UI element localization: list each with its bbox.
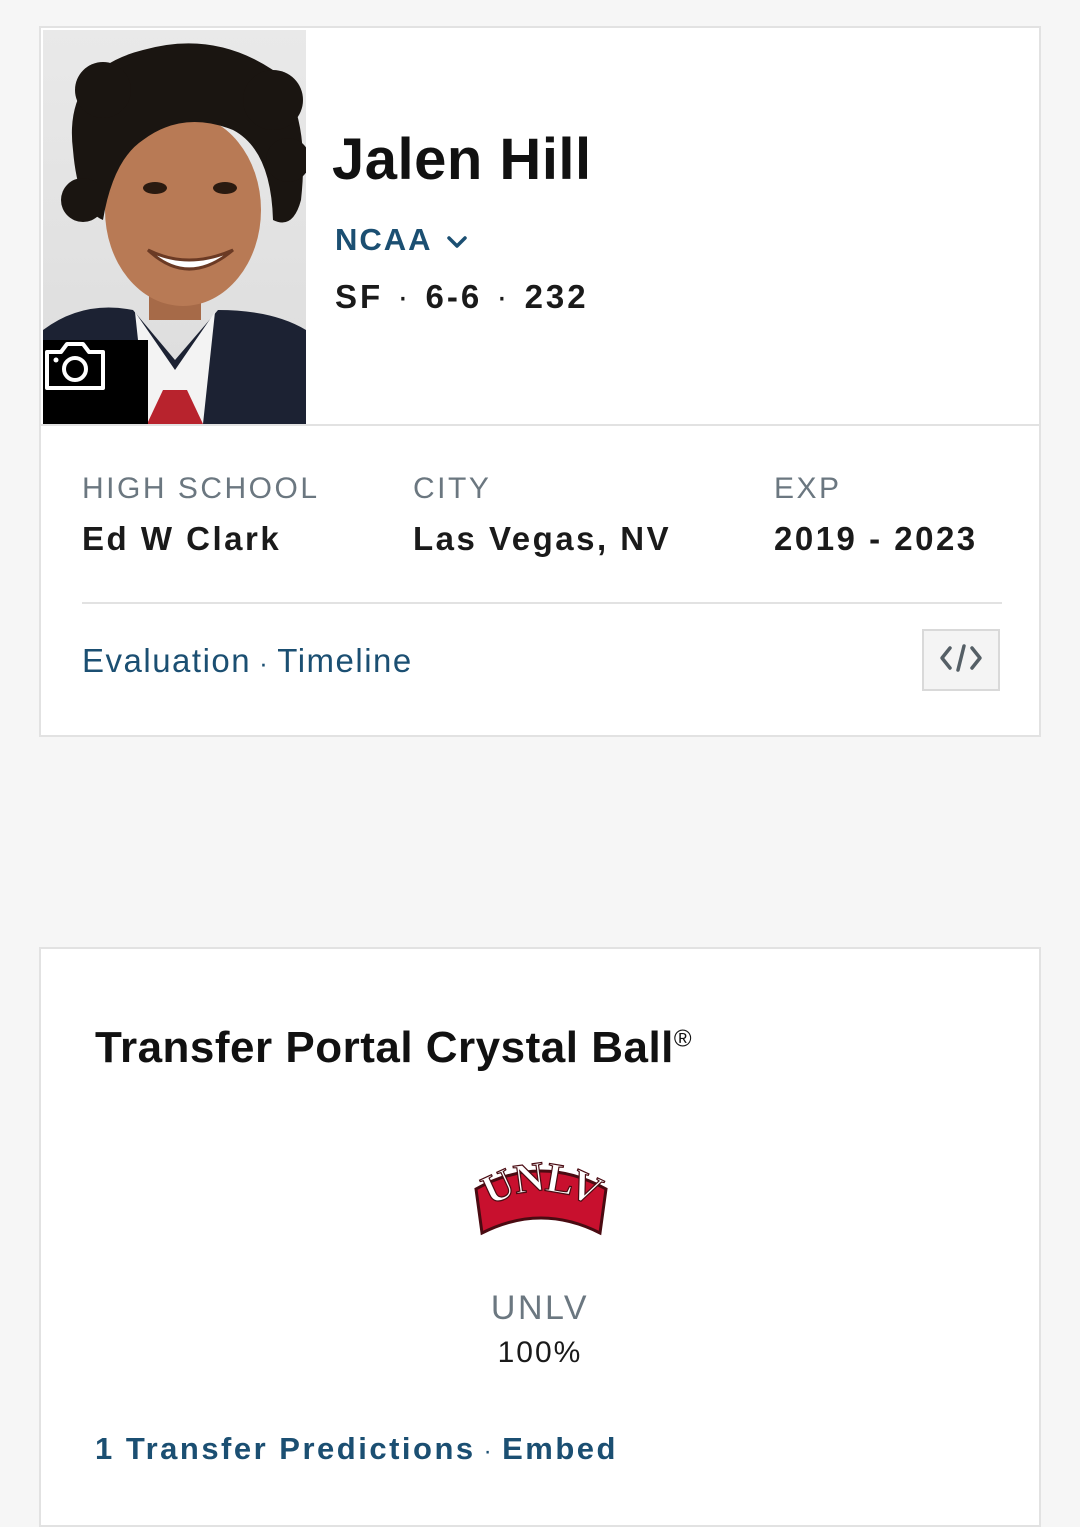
vitals-separator: · xyxy=(397,278,412,315)
embed-link[interactable]: Embed xyxy=(502,1431,618,1466)
unlv-logo[interactable]: UNLV xyxy=(472,1153,611,1239)
city-label: CITY xyxy=(413,472,492,505)
crystal-ball-links: 1 Transfer Predictions · Embed xyxy=(95,1431,618,1467)
exp-value: 2019 - 2023 xyxy=(774,520,978,557)
divider xyxy=(41,424,1039,426)
player-vitals: SF · 6-6 · 232 xyxy=(335,278,589,316)
predicted-team-percent: 100% xyxy=(497,1336,583,1369)
vitals-separator: · xyxy=(496,278,511,315)
high-school-label: HIGH SCHOOL xyxy=(82,472,320,505)
player-name: Jalen Hill xyxy=(332,127,592,192)
crystal-ball-card: Transfer Portal Crystal Ball® UNLV UNLV … xyxy=(39,947,1041,1527)
chevron-down-icon xyxy=(446,222,467,258)
embed-code-button[interactable] xyxy=(922,629,1000,691)
league-dropdown[interactable]: NCAA xyxy=(335,222,467,258)
experience-info: EXP 2019 - 2023 xyxy=(774,472,978,558)
player-height: 6-6 xyxy=(425,278,483,315)
player-profile-card: Jalen Hill NCAA SF · 6-6 · 232 HIGH SCHO… xyxy=(39,26,1041,737)
player-weight: 232 xyxy=(524,278,589,315)
city-info: CITY Las Vegas, NV xyxy=(413,472,671,558)
link-separator: · xyxy=(483,1438,495,1465)
profile-links: Evaluation · Timeline xyxy=(82,642,413,680)
crystal-ball-title: Transfer Portal Crystal Ball® xyxy=(95,1023,692,1073)
player-photo xyxy=(43,30,306,424)
change-photo-button[interactable] xyxy=(43,340,148,424)
code-embed-icon xyxy=(939,643,983,678)
player-position: SF xyxy=(335,278,384,315)
high-school-info: HIGH SCHOOL Ed W Clark xyxy=(82,472,320,558)
league-label: NCAA xyxy=(335,222,433,257)
crystal-ball-title-text: Transfer Portal Crystal Ball xyxy=(95,1023,674,1072)
divider xyxy=(82,602,1002,604)
timeline-link[interactable]: Timeline xyxy=(277,642,412,679)
predicted-team-name: UNLV xyxy=(490,1289,590,1327)
exp-label: EXP xyxy=(774,472,842,505)
link-separator: · xyxy=(259,648,270,678)
transfer-predictions-link[interactable]: 1 Transfer Predictions xyxy=(95,1431,476,1466)
registered-mark: ® xyxy=(673,1025,693,1053)
evaluation-link[interactable]: Evaluation xyxy=(82,642,251,679)
high-school-value: Ed W Clark xyxy=(82,520,282,557)
city-value: Las Vegas, NV xyxy=(413,520,672,557)
